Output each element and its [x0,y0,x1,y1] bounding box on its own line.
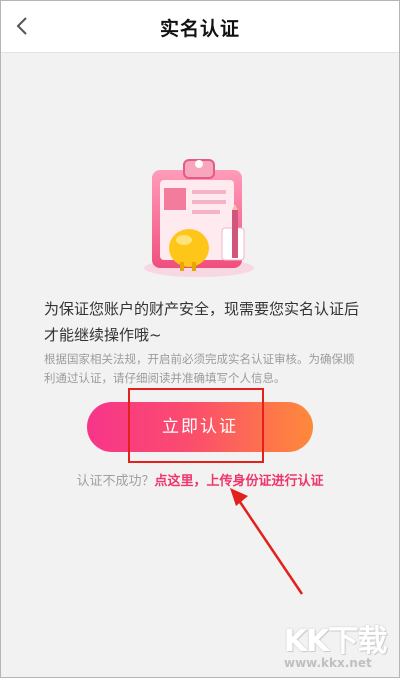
regulation-notice: 根据国家相关法规，开启前必须完成实名认证审核。为确保顺利通过认证，请仔细阅读并准… [44,352,355,385]
security-notice: 为保证您账户的财产安全，现需要您实名认证后才能继续操作哦~ [44,300,360,344]
annotation-arrow-icon [230,488,304,595]
clipboard-id-card-illustration [144,159,254,277]
watermark: KK下载 www.kkx.net [276,616,394,676]
verification-failed-question: 认证不成功？ [76,474,155,489]
watermark-brand: KK下载 [284,624,387,659]
annotation-highlight-box [128,388,264,463]
watermark-url: www.kkx.net [284,656,372,670]
top-bar: 实名认证 [0,0,400,53]
verification-failed-line: 认证不成功？点这里，上传身份证进行认证 [0,470,400,489]
page-title: 实名认证 [159,18,240,40]
